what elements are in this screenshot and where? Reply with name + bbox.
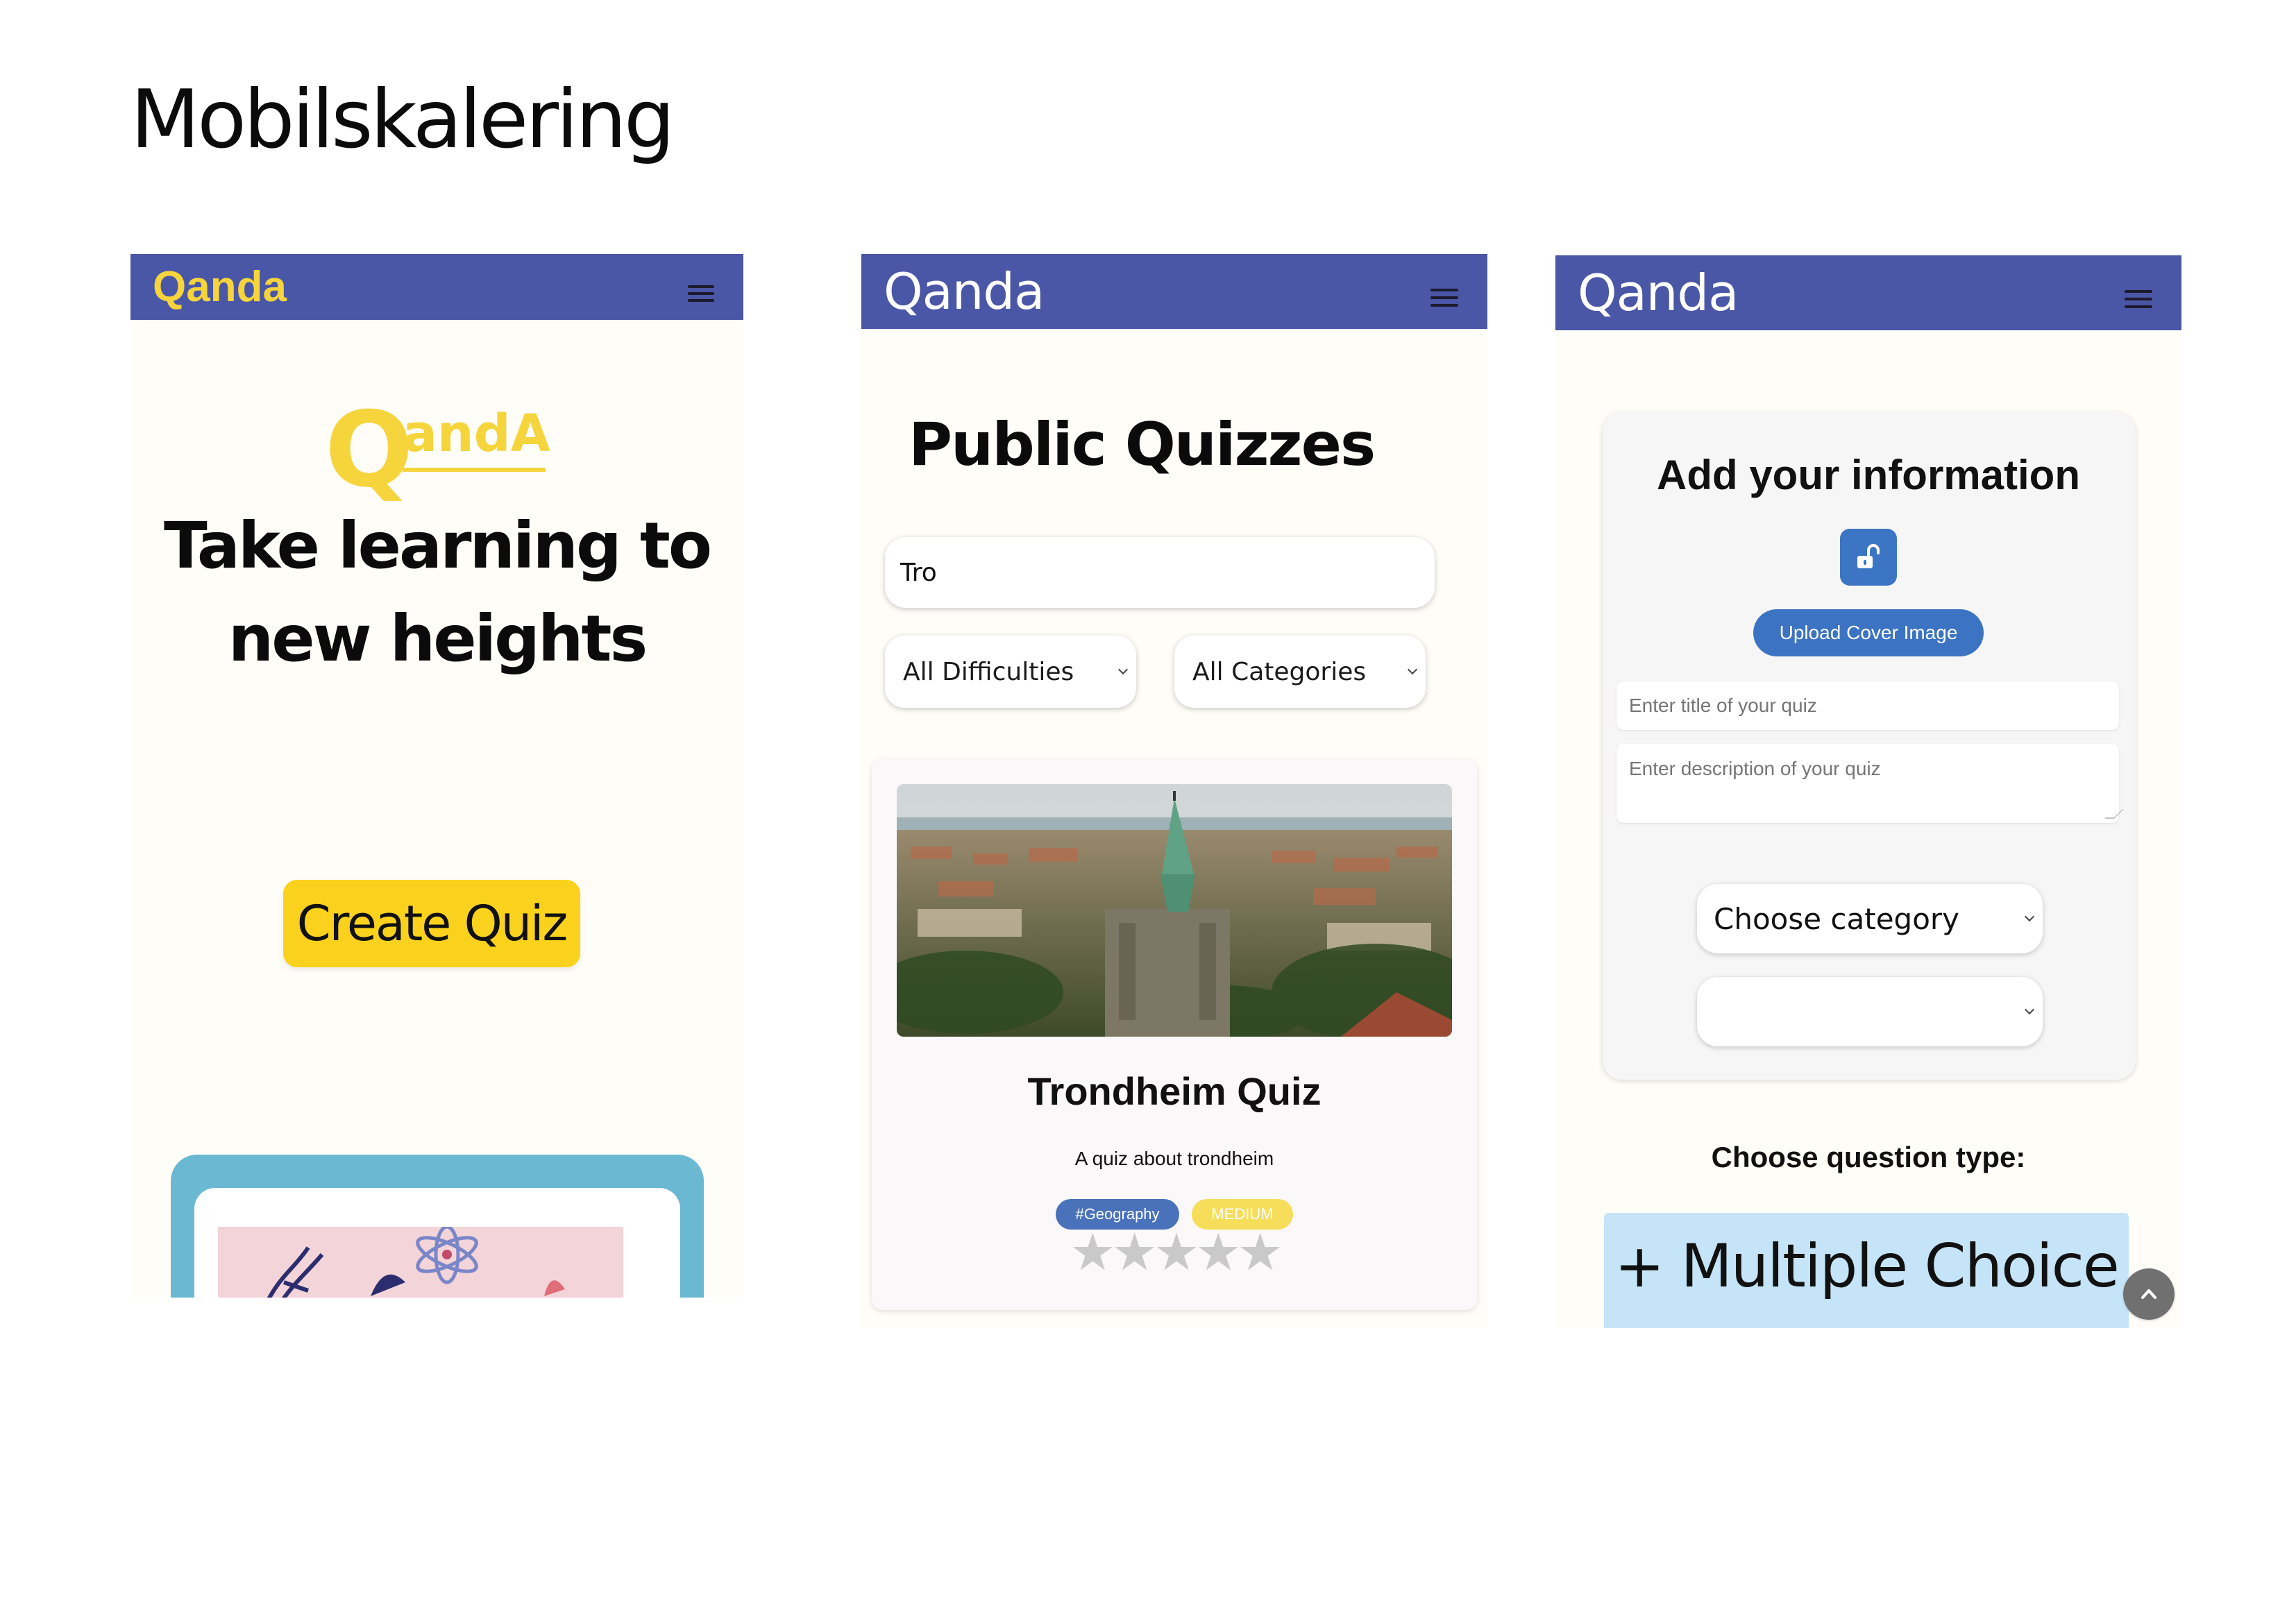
choose-difficulty-select[interactable] xyxy=(1697,977,2043,1046)
hero-line-2: new heights xyxy=(228,602,648,676)
navbar: Qanda xyxy=(1555,255,2181,330)
choose-category-value: Choose category xyxy=(1714,901,1960,936)
quiz-title: Trondheim Quiz xyxy=(1027,1069,1322,1113)
illustration-panel xyxy=(218,1225,623,1298)
hero-headline: Take learning to new heights xyxy=(130,500,743,686)
arrow-up-icon xyxy=(2141,1289,2156,1299)
chevron-down-icon xyxy=(1407,664,1418,675)
scroll-to-top-button[interactable] xyxy=(2123,1268,2175,1320)
category-select-value: All Categories xyxy=(1192,657,1367,686)
slide-title: Mobilskalering xyxy=(130,73,675,167)
category-select[interactable]: All Categories xyxy=(1174,636,1426,708)
quiz-description-input[interactable] xyxy=(1617,744,2119,823)
logo-underline xyxy=(403,468,546,472)
illustration-screen xyxy=(194,1188,680,1298)
chevron-down-icon xyxy=(2024,1004,2035,1015)
brand-logo[interactable]: Qanda xyxy=(884,262,1045,321)
public-quizzes-screen: Qanda Public Quizzes All Difficulties Al… xyxy=(861,254,1487,1328)
page-title: Public Quizzes xyxy=(909,410,1376,479)
navbar: Qanda xyxy=(861,254,1487,329)
create-quiz-button[interactable]: Create Quiz xyxy=(283,880,580,967)
quiz-card[interactable]: Trondheim Quiz A quiz about trondheim #G… xyxy=(872,759,1477,1310)
menu-icon[interactable] xyxy=(688,285,714,302)
chevron-down-icon xyxy=(2024,911,2035,922)
hero-illustration xyxy=(171,1155,704,1298)
difficulty-select[interactable]: All Difficulties xyxy=(885,636,1136,708)
star-rating[interactable]: ★★★★★ xyxy=(872,1223,1477,1282)
quiz-description: A quiz about trondheim xyxy=(1074,1148,1274,1169)
chevron-down-icon xyxy=(1117,664,1129,675)
logo-q: Q xyxy=(325,390,414,511)
upload-cover-image-button[interactable]: Upload Cover Image xyxy=(1753,609,1984,656)
quiz-cover-image xyxy=(897,784,1452,1037)
form-heading: Add your information xyxy=(1657,452,2080,498)
science-doodles xyxy=(267,1225,565,1298)
search-input[interactable] xyxy=(885,537,1435,608)
create-quiz-screen: Qanda Add your information Upload Cover … xyxy=(1555,255,2181,1328)
brand-logo[interactable]: Qanda xyxy=(1578,264,1739,322)
difficulty-select-value: All Difficulties xyxy=(903,657,1074,686)
brand-logo[interactable]: Qanda xyxy=(153,262,287,312)
home-screen: Qanda Q andA Take learning to new height… xyxy=(130,254,743,1298)
multiple-choice-option[interactable]: + Multiple Choice xyxy=(1604,1213,2129,1328)
trondheim-photo xyxy=(897,784,1452,1037)
navbar: Qanda xyxy=(130,254,743,320)
unlock-icon xyxy=(1857,544,1880,568)
hero-line-1: Take learning to xyxy=(163,509,712,583)
qanda-logo: Q andA xyxy=(325,390,554,511)
unlock-button[interactable] xyxy=(1840,529,1897,586)
quiz-title-input[interactable] xyxy=(1617,681,2119,730)
logo-rest: andA xyxy=(403,404,550,464)
choose-category-select[interactable]: Choose category xyxy=(1697,884,2043,953)
question-type-label: Choose question type: xyxy=(1711,1141,2026,1173)
menu-icon[interactable] xyxy=(1430,289,1458,307)
menu-icon[interactable] xyxy=(2125,290,2152,308)
